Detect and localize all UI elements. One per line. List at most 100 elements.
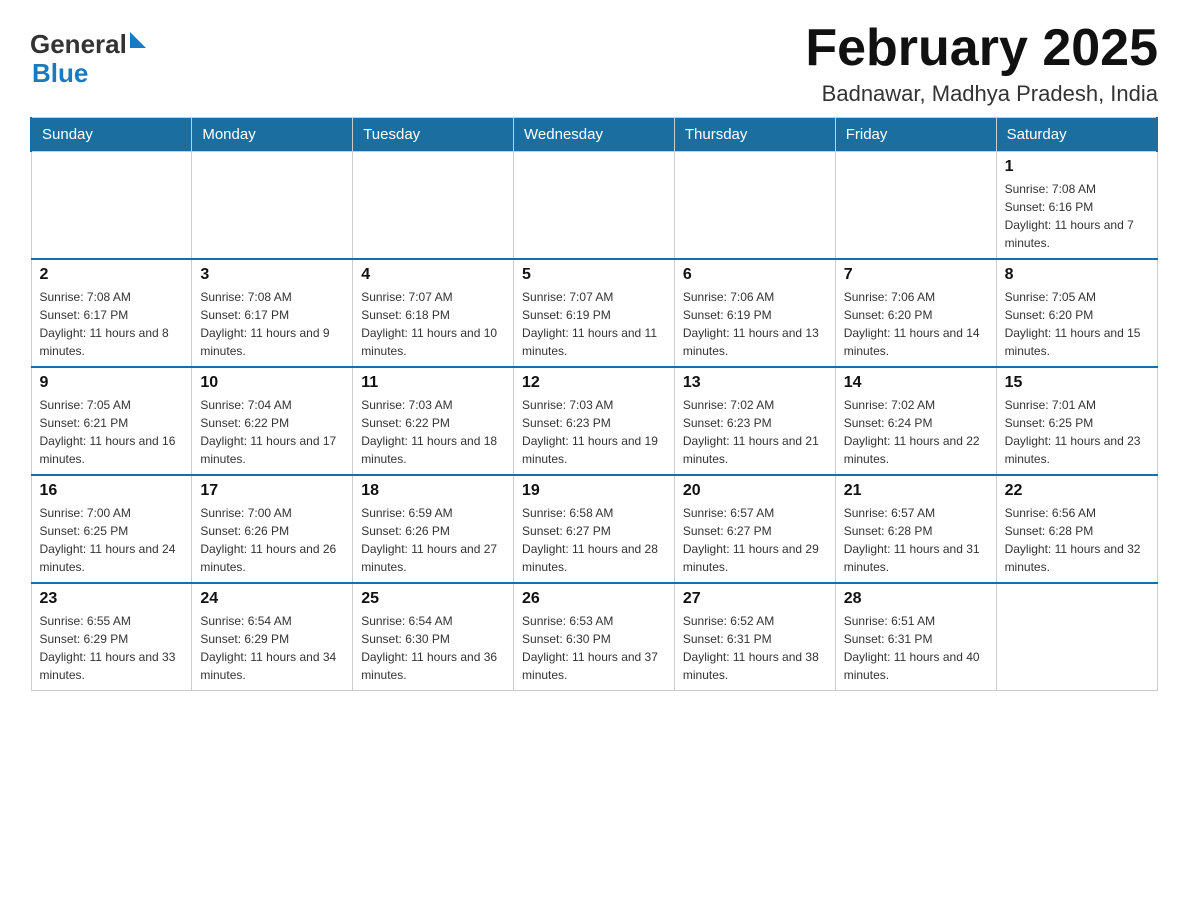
calendar-cell: 10 Sunrise: 7:04 AMSunset: 6:22 PMDayligh… xyxy=(192,367,353,475)
calendar-cell: 14 Sunrise: 7:02 AMSunset: 6:24 PMDayligh… xyxy=(835,367,996,475)
day-info: Sunrise: 7:08 AMSunset: 6:17 PMDaylight:… xyxy=(200,288,344,360)
day-info: Sunrise: 6:54 AMSunset: 6:29 PMDaylight:… xyxy=(200,612,344,684)
calendar-cell: 27 Sunrise: 6:52 AMSunset: 6:31 PMDayligh… xyxy=(674,583,835,691)
day-number: 24 xyxy=(200,590,344,608)
calendar-cell: 21Sunrise: 6:57 AMSunset: 6:28 PMDayligh… xyxy=(835,475,996,583)
day-info: Sunrise: 7:02 AMSunset: 6:24 PMDaylight:… xyxy=(844,396,988,468)
day-number: 15 xyxy=(1005,374,1149,392)
day-info: Sunrise: 7:06 AMSunset: 6:19 PMDaylight:… xyxy=(683,288,827,360)
calendar-cell xyxy=(31,152,192,260)
day-number: 23 xyxy=(40,590,184,608)
calendar-cell xyxy=(835,152,996,260)
calendar-cell xyxy=(192,152,353,260)
day-number: 26 xyxy=(522,590,666,608)
day-number: 22 xyxy=(1005,482,1149,500)
header-saturday: Saturday xyxy=(996,118,1157,152)
calendar-cell: 11Sunrise: 7:03 AMSunset: 6:22 PMDayligh… xyxy=(353,367,514,475)
day-info: Sunrise: 7:04 AMSunset: 6:22 PMDaylight:… xyxy=(200,396,344,468)
calendar-header-row: SundayMondayTuesdayWednesdayThursdayFrid… xyxy=(31,118,1157,152)
day-number: 9 xyxy=(40,374,184,392)
header-wednesday: Wednesday xyxy=(514,118,675,152)
calendar-cell: 6 Sunrise: 7:06 AMSunset: 6:19 PMDaylight… xyxy=(674,259,835,367)
day-number: 19 xyxy=(522,482,666,500)
day-number: 16 xyxy=(40,482,184,500)
day-number: 25 xyxy=(361,590,505,608)
day-info: Sunrise: 7:08 AMSunset: 6:17 PMDaylight:… xyxy=(40,288,184,360)
calendar-cell: 7Sunrise: 7:06 AMSunset: 6:20 PMDaylight… xyxy=(835,259,996,367)
header-monday: Monday xyxy=(192,118,353,152)
day-info: Sunrise: 7:08 AMSunset: 6:16 PMDaylight:… xyxy=(1005,180,1149,252)
calendar-title: February 2025 xyxy=(805,20,1158,77)
day-info: Sunrise: 6:59 AMSunset: 6:26 PMDaylight:… xyxy=(361,504,505,576)
day-number: 27 xyxy=(683,590,827,608)
day-number: 8 xyxy=(1005,266,1149,284)
day-info: Sunrise: 6:56 AMSunset: 6:28 PMDaylight:… xyxy=(1005,504,1149,576)
calendar-week-3: 9 Sunrise: 7:05 AMSunset: 6:21 PMDaylight… xyxy=(31,367,1157,475)
day-info: Sunrise: 6:57 AMSunset: 6:27 PMDaylight:… xyxy=(683,504,827,576)
calendar-week-1: 1 Sunrise: 7:08 AMSunset: 6:16 PMDaylight… xyxy=(31,152,1157,260)
calendar-table: SundayMondayTuesdayWednesdayThursdayFrid… xyxy=(30,117,1158,691)
calendar-subtitle: Badnawar, Madhya Pradesh, India xyxy=(805,81,1158,107)
day-info: Sunrise: 6:55 AMSunset: 6:29 PMDaylight:… xyxy=(40,612,184,684)
calendar-cell: 3 Sunrise: 7:08 AMSunset: 6:17 PMDaylight… xyxy=(192,259,353,367)
day-number: 12 xyxy=(522,374,666,392)
day-number: 21 xyxy=(844,482,988,500)
day-info: Sunrise: 6:54 AMSunset: 6:30 PMDaylight:… xyxy=(361,612,505,684)
day-info: Sunrise: 7:07 AMSunset: 6:18 PMDaylight:… xyxy=(361,288,505,360)
title-section: February 2025 Badnawar, Madhya Pradesh, … xyxy=(805,20,1158,107)
day-number: 1 xyxy=(1005,158,1149,176)
header-friday: Friday xyxy=(835,118,996,152)
day-number: 2 xyxy=(40,266,184,284)
day-number: 28 xyxy=(844,590,988,608)
calendar-cell: 26 Sunrise: 6:53 AMSunset: 6:30 PMDayligh… xyxy=(514,583,675,691)
day-number: 14 xyxy=(844,374,988,392)
calendar-cell: 20Sunrise: 6:57 AMSunset: 6:27 PMDayligh… xyxy=(674,475,835,583)
page-header: General Blue February 2025 Badnawar, Mad… xyxy=(30,20,1158,107)
calendar-cell: 8 Sunrise: 7:05 AMSunset: 6:20 PMDaylight… xyxy=(996,259,1157,367)
logo-general-text: General xyxy=(30,30,127,59)
calendar-week-5: 23 Sunrise: 6:55 AMSunset: 6:29 PMDayligh… xyxy=(31,583,1157,691)
day-info: Sunrise: 7:07 AMSunset: 6:19 PMDaylight:… xyxy=(522,288,666,360)
day-number: 6 xyxy=(683,266,827,284)
day-info: Sunrise: 6:52 AMSunset: 6:31 PMDaylight:… xyxy=(683,612,827,684)
calendar-cell: 12 Sunrise: 7:03 AMSunset: 6:23 PMDayligh… xyxy=(514,367,675,475)
day-number: 7 xyxy=(844,266,988,284)
day-number: 11 xyxy=(361,374,505,392)
calendar-cell: 24 Sunrise: 6:54 AMSunset: 6:29 PMDayligh… xyxy=(192,583,353,691)
day-number: 17 xyxy=(200,482,344,500)
calendar-cell: 1 Sunrise: 7:08 AMSunset: 6:16 PMDaylight… xyxy=(996,152,1157,260)
calendar-cell: 28 Sunrise: 6:51 AMSunset: 6:31 PMDayligh… xyxy=(835,583,996,691)
calendar-cell: 15 Sunrise: 7:01 AMSunset: 6:25 PMDayligh… xyxy=(996,367,1157,475)
day-number: 5 xyxy=(522,266,666,284)
day-number: 4 xyxy=(361,266,505,284)
day-info: Sunrise: 7:05 AMSunset: 6:20 PMDaylight:… xyxy=(1005,288,1149,360)
calendar-cell: 5 Sunrise: 7:07 AMSunset: 6:19 PMDaylight… xyxy=(514,259,675,367)
calendar-cell xyxy=(996,583,1157,691)
day-number: 13 xyxy=(683,374,827,392)
calendar-cell xyxy=(514,152,675,260)
logo-blue-text: Blue xyxy=(32,59,146,88)
day-info: Sunrise: 6:51 AMSunset: 6:31 PMDaylight:… xyxy=(844,612,988,684)
calendar-cell: 2 Sunrise: 7:08 AMSunset: 6:17 PMDaylight… xyxy=(31,259,192,367)
calendar-cell: 22 Sunrise: 6:56 AMSunset: 6:28 PMDayligh… xyxy=(996,475,1157,583)
calendar-week-4: 16 Sunrise: 7:00 AMSunset: 6:25 PMDayligh… xyxy=(31,475,1157,583)
calendar-cell: 25 Sunrise: 6:54 AMSunset: 6:30 PMDayligh… xyxy=(353,583,514,691)
day-info: Sunrise: 7:03 AMSunset: 6:23 PMDaylight:… xyxy=(522,396,666,468)
calendar-cell: 19 Sunrise: 6:58 AMSunset: 6:27 PMDayligh… xyxy=(514,475,675,583)
calendar-cell: 13 Sunrise: 7:02 AMSunset: 6:23 PMDayligh… xyxy=(674,367,835,475)
day-info: Sunrise: 7:00 AMSunset: 6:26 PMDaylight:… xyxy=(200,504,344,576)
day-number: 10 xyxy=(200,374,344,392)
calendar-cell: 17 Sunrise: 7:00 AMSunset: 6:26 PMDayligh… xyxy=(192,475,353,583)
calendar-cell: 16 Sunrise: 7:00 AMSunset: 6:25 PMDayligh… xyxy=(31,475,192,583)
day-info: Sunrise: 7:01 AMSunset: 6:25 PMDaylight:… xyxy=(1005,396,1149,468)
day-info: Sunrise: 7:00 AMSunset: 6:25 PMDaylight:… xyxy=(40,504,184,576)
header-tuesday: Tuesday xyxy=(353,118,514,152)
calendar-cell: 4 Sunrise: 7:07 AMSunset: 6:18 PMDaylight… xyxy=(353,259,514,367)
day-number: 3 xyxy=(200,266,344,284)
day-info: Sunrise: 6:53 AMSunset: 6:30 PMDaylight:… xyxy=(522,612,666,684)
calendar-cell xyxy=(674,152,835,260)
day-info: Sunrise: 7:05 AMSunset: 6:21 PMDaylight:… xyxy=(40,396,184,468)
day-info: Sunrise: 6:58 AMSunset: 6:27 PMDaylight:… xyxy=(522,504,666,576)
calendar-cell xyxy=(353,152,514,260)
day-info: Sunrise: 7:02 AMSunset: 6:23 PMDaylight:… xyxy=(683,396,827,468)
